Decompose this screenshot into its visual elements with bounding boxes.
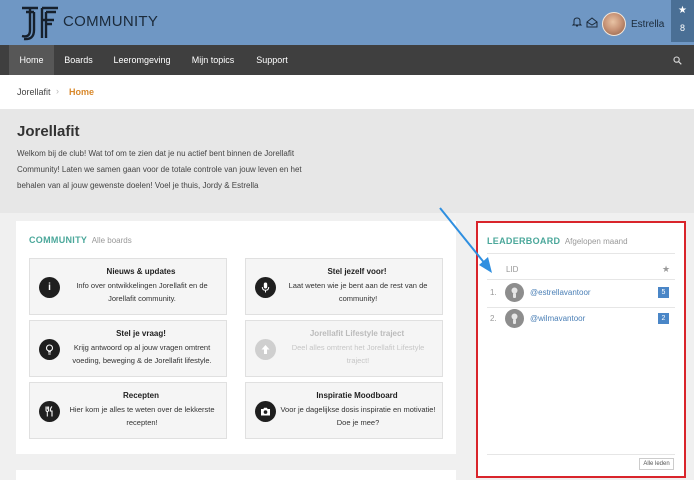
board-card[interactable]: Stel je vraag! Krijg antwoord op al jouw… — [29, 320, 227, 377]
breadcrumb-root[interactable]: Jorellafit — [17, 87, 51, 97]
all-members-button[interactable]: Alle leden — [639, 458, 674, 470]
page-title: Jorellafit — [17, 123, 80, 140]
breadcrumb: Jorellafit › Home — [0, 75, 694, 109]
bell-icon[interactable] — [571, 16, 583, 28]
star-count-badge[interactable]: ★ 8 — [671, 0, 694, 42]
nav-leeromgeving[interactable]: Leeromgeving — [106, 45, 178, 75]
leaderboard-row: 1. @estrellavantoor 5 — [487, 281, 675, 306]
member-avatar[interactable] — [505, 283, 524, 302]
rank: 2. — [490, 314, 497, 323]
board-title[interactable]: Recepten — [60, 391, 222, 400]
board-description: Krijg antwoord op al jouw vragen omtrent… — [72, 343, 212, 365]
board-title[interactable]: Jorellafit Lifestyle traject — [276, 329, 438, 338]
search-icon[interactable] — [673, 56, 682, 65]
next-panel — [16, 470, 456, 480]
board-title[interactable]: Inspiratie Moodboard — [276, 391, 438, 400]
user-avatar[interactable] — [602, 12, 626, 36]
board-description: Voor je dagelijkse dosis inspiratie en m… — [280, 405, 436, 427]
board-title[interactable]: Stel je vraag! — [60, 329, 222, 338]
board-title[interactable]: Stel jezelf voor! — [276, 267, 438, 276]
board-description: Deel alles omtrent het Jorellafit Lifest… — [291, 343, 425, 365]
divider — [487, 279, 675, 280]
leaderboard-title: LEADERBOARD — [487, 236, 561, 246]
leaderboard-header: LEADERBOARD Afgelopen maand — [487, 236, 628, 246]
board-description: Info over ontwikkelingen Jorellafit en d… — [76, 281, 208, 303]
member-link[interactable]: @estrellavantoor — [530, 288, 591, 297]
jf-logo[interactable] — [20, 4, 60, 41]
microphone-icon — [255, 277, 276, 298]
annotation-arrow — [439, 207, 492, 273]
score-badge: 5 — [658, 287, 669, 298]
arrow-up-icon — [255, 339, 276, 360]
star-count: 8 — [679, 23, 685, 33]
lightbulb-icon — [39, 339, 60, 360]
breadcrumb-separator: › — [56, 86, 59, 96]
breadcrumb-current: Home — [69, 87, 95, 97]
camera-icon — [255, 401, 276, 422]
mail-icon[interactable] — [586, 17, 598, 28]
member-link[interactable]: @wilmavantoor — [530, 314, 585, 323]
welcome-text: Welkom bij de club! Wat tof om te zien d… — [17, 149, 302, 190]
info-icon: i — [39, 277, 60, 298]
divider — [487, 253, 675, 254]
community-subtitle[interactable]: Alle boards — [92, 236, 132, 245]
board-title[interactable]: Nieuws & updates — [60, 267, 222, 276]
star-column-icon: ★ — [662, 264, 671, 274]
community-title[interactable]: COMMUNITY — [29, 235, 87, 245]
nav-home[interactable]: Home — [9, 45, 54, 75]
brand-title[interactable]: COMMUNITY — [63, 13, 158, 30]
board-card[interactable]: i Nieuws & updates Info over ontwikkelin… — [29, 258, 227, 315]
nav-mijn-topics[interactable]: Mijn topics — [183, 45, 243, 75]
score-badge: 2 — [658, 313, 669, 324]
nav-boards[interactable]: Boards — [56, 45, 101, 75]
board-card[interactable]: Jorellafit Lifestyle traject Deel alles … — [245, 320, 443, 377]
member-column-header: LID — [506, 265, 519, 274]
board-card[interactable]: Stel jezelf voor! Laat weten wie je bent… — [245, 258, 443, 315]
nav-support[interactable]: Support — [249, 45, 295, 75]
main-nav: Home Boards Leeromgeving Mijn topics Sup… — [0, 45, 694, 75]
rank: 1. — [490, 288, 497, 297]
board-description: Laat weten wie je bent aan de rest van d… — [288, 281, 428, 303]
board-card[interactable]: Recepten Hier kom je alles te weten over… — [29, 382, 227, 439]
divider — [487, 454, 675, 455]
leaderboard-panel: LEADERBOARD Afgelopen maand LID ★ 1. @es… — [476, 221, 686, 478]
member-avatar[interactable] — [505, 309, 524, 328]
welcome-hero: Jorellafit Welkom bij de club! Wat tof o… — [0, 109, 694, 213]
star-icon: ★ — [678, 5, 687, 16]
cutlery-icon — [39, 401, 60, 422]
community-header: COMMUNITY Alle boards — [29, 235, 132, 245]
leaderboard-subtitle: Afgelopen maand — [564, 237, 628, 246]
board-description: Hier kom je alles te weten over de lekke… — [69, 405, 215, 427]
top-bar: COMMUNITY Estrella ★ 8 — [0, 0, 694, 45]
community-panel: COMMUNITY Alle boards i Nieuws & updates… — [16, 221, 456, 454]
leaderboard-row: 2. @wilmavantoor 2 — [487, 307, 675, 332]
username-label[interactable]: Estrella — [631, 19, 664, 30]
board-card[interactable]: Inspiratie Moodboard Voor je dagelijkse … — [245, 382, 443, 439]
